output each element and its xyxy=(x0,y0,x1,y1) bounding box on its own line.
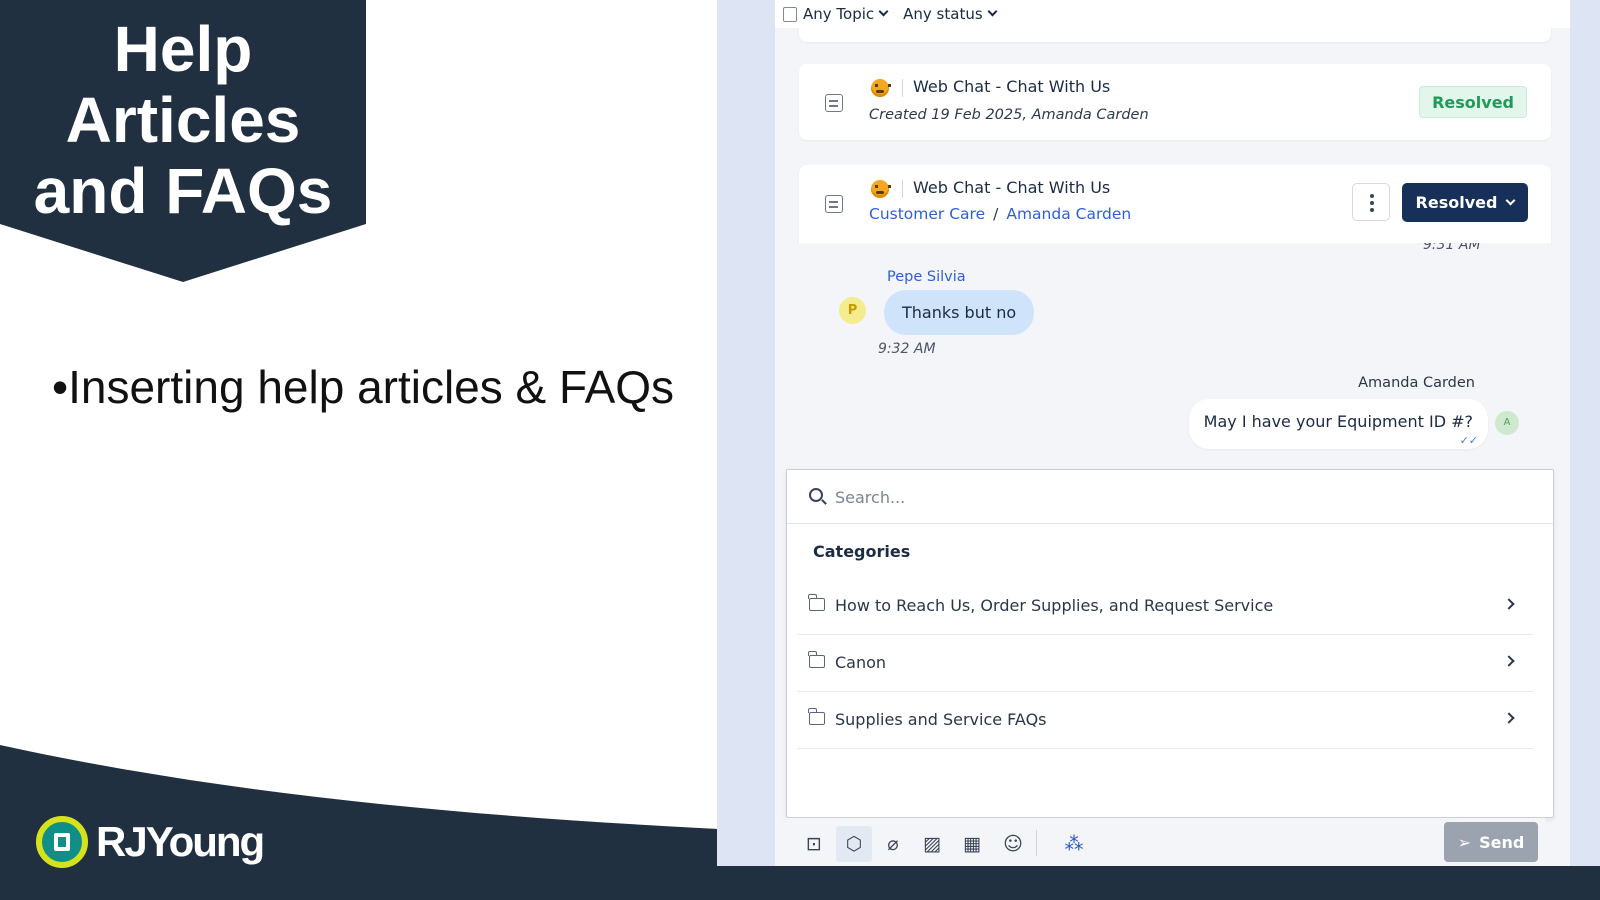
search-icon xyxy=(809,488,823,502)
slide-bullet: •Inserting help articles & FAQs xyxy=(52,361,675,413)
breadcrumb-agent-link[interactable]: Amanda Carden xyxy=(1006,205,1131,223)
category-item[interactable]: Supplies and Service FAQs xyxy=(797,692,1533,749)
categories-heading: Categories xyxy=(813,542,911,561)
send-label: Send xyxy=(1479,832,1525,852)
status-dropdown-button[interactable]: Resolved xyxy=(1402,183,1528,222)
chevron-down-icon xyxy=(987,6,998,17)
topic-filter[interactable]: Any Topic xyxy=(783,5,889,23)
chevron-right-icon xyxy=(1503,598,1515,610)
divider xyxy=(902,79,903,97)
divider xyxy=(902,180,903,198)
ticket-doc-icon xyxy=(825,94,843,112)
status-badge: Resolved xyxy=(1419,86,1527,118)
ticket-channel: Web Chat - Chat With Us xyxy=(913,178,1111,197)
chat-transcript[interactable]: 9:31 AM Pepe Silvia P Thanks but no 9:32… xyxy=(799,243,1551,468)
outgoing-message: May I have your Equipment ID #? ✓✓ xyxy=(1188,399,1488,449)
slide-title-line: and FAQs xyxy=(33,155,333,227)
ticket-channel: Web Chat - Chat With Us xyxy=(913,77,1111,96)
ticket-card[interactable]: Web Chat - Chat With Us Created 19 Feb 2… xyxy=(799,64,1551,140)
category-label: Supplies and Service FAQs xyxy=(835,710,1047,729)
topic-filter-label: Any Topic xyxy=(803,5,875,23)
emoji-icon[interactable]: ☺ xyxy=(995,826,1031,862)
knowledge-base-popup: Categories How to Reach Us, Order Suppli… xyxy=(786,469,1554,818)
rjyoung-logo: RJYoung xyxy=(36,814,265,870)
title-banner: Help Articles and FAQs xyxy=(0,0,366,282)
conversation-panel: Any Topic Any status Web Chat - Chat Wit… xyxy=(775,0,1570,866)
folder-icon xyxy=(808,708,825,725)
send-icon: ➢ xyxy=(1457,832,1472,852)
filter-bar: Any Topic Any status xyxy=(775,0,1570,28)
filter-icon xyxy=(783,6,797,22)
breadcrumb-separator: / xyxy=(993,205,999,223)
folder-icon xyxy=(808,651,825,668)
chevron-down-icon xyxy=(1506,195,1516,205)
status-dropdown-label: Resolved xyxy=(1415,193,1498,212)
folder-icon xyxy=(808,594,825,611)
toolbar-divider xyxy=(1036,830,1037,856)
slide-title-line: Help xyxy=(113,13,253,85)
status-filter[interactable]: Any status xyxy=(903,5,998,23)
status-filter-label: Any status xyxy=(903,5,983,23)
ai-assist-icon[interactable]: ⁂ xyxy=(1056,826,1092,862)
composer-toolbar: ⊡ ⬡ ⌀ ▨ ▦ ☺ ⁂ ➢ Send xyxy=(786,818,1546,866)
sentiment-emoji-icon xyxy=(871,180,891,198)
chevron-down-icon xyxy=(878,6,889,17)
dot xyxy=(1370,201,1374,205)
category-item[interactable]: How to Reach Us, Order Supplies, and Req… xyxy=(797,578,1533,635)
logo-mark-icon xyxy=(36,816,88,868)
outgoing-message-text: May I have your Equipment ID #? xyxy=(1203,412,1473,431)
category-label: Canon xyxy=(835,653,887,672)
dot xyxy=(1370,194,1374,198)
sender-name: Pepe Silvia xyxy=(887,269,966,285)
image-icon[interactable]: ▨ xyxy=(914,826,950,862)
logo-text: RJYoung xyxy=(96,818,265,865)
avatar: P xyxy=(839,297,866,324)
kb-search-bar xyxy=(787,470,1553,524)
breadcrumb: Customer Care / Amanda Carden xyxy=(869,205,1131,223)
slide-title: Help Articles and FAQs xyxy=(0,14,366,227)
avatar: A xyxy=(1495,411,1519,435)
more-options-button[interactable] xyxy=(1352,183,1390,221)
app-screenshot: Any Topic Any status Web Chat - Chat Wit… xyxy=(717,0,1600,866)
ticket-card-open: Web Chat - Chat With Us Customer Care / Am… xyxy=(799,165,1551,243)
double-check-icon: ✓✓ xyxy=(1459,434,1478,447)
message-timestamp: 9:31 AM xyxy=(1423,243,1481,253)
chevron-right-icon xyxy=(1503,655,1515,667)
kb-search-input[interactable] xyxy=(835,482,1515,512)
ticket-doc-icon xyxy=(825,195,843,213)
breadcrumb-team-link[interactable]: Customer Care xyxy=(869,205,985,223)
sender-name: Amanda Carden xyxy=(1358,375,1475,391)
slide-title-line: Articles xyxy=(65,84,301,156)
ticket-card-previous[interactable] xyxy=(799,28,1551,42)
dot xyxy=(1370,208,1374,212)
sentiment-emoji-icon xyxy=(871,79,891,97)
incoming-message: Thanks but no xyxy=(884,290,1035,335)
attachment-icon[interactable]: ⌀ xyxy=(875,826,911,862)
calendar-lock-icon[interactable]: ▦ xyxy=(954,826,990,862)
ticket-meta: Created 19 Feb 2025, Amanda Carden xyxy=(869,107,1149,123)
message-timestamp: 9:32 AM xyxy=(878,341,936,357)
knowledge-base-icon[interactable]: ⬡ xyxy=(836,826,872,862)
category-item[interactable]: Canon xyxy=(797,635,1533,692)
category-label: How to Reach Us, Order Supplies, and Req… xyxy=(835,596,1274,615)
chevron-right-icon xyxy=(1503,712,1515,724)
canned-response-icon[interactable]: ⊡ xyxy=(796,826,832,862)
send-button[interactable]: ➢ Send xyxy=(1444,822,1538,862)
